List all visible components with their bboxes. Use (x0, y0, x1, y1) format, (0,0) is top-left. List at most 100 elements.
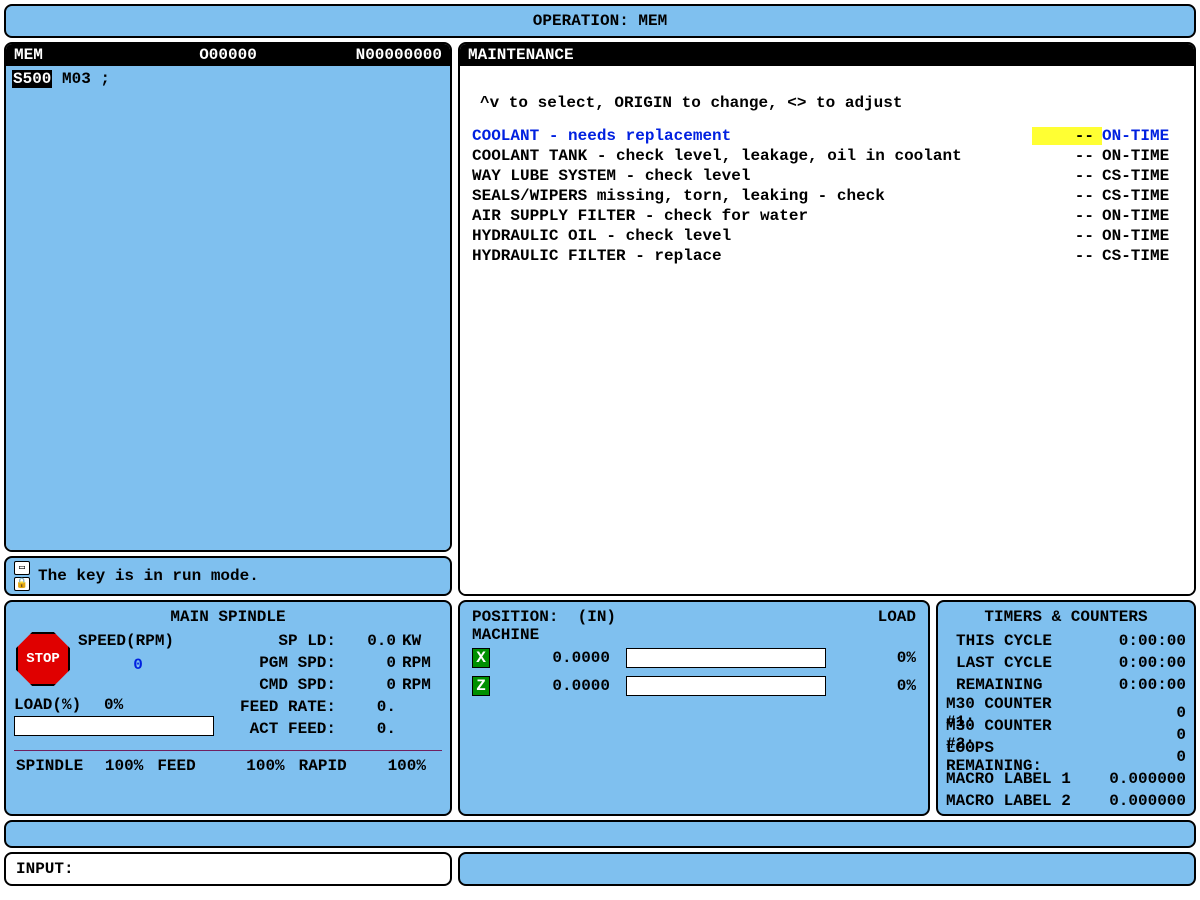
position-panel: POSITION: (IN) LOAD MACHINE X0.00000%Z0.… (458, 600, 930, 816)
program-panel: MEM O00000 N00000000 S500 M03 ; (4, 42, 452, 552)
axis-load-bar (626, 648, 826, 668)
maintenance-item[interactable]: AIR SUPPLY FILTER - check for water--ON-… (472, 206, 1182, 226)
program-token-rest: M03 ; (52, 70, 110, 88)
axis-load-pct: 0% (834, 677, 916, 695)
spindle-row: PGM SPD:0RPM (222, 652, 442, 674)
maintenance-item[interactable]: HYDRAULIC FILTER - replace--CS-TIME (472, 246, 1182, 266)
timer-value: 0 (1086, 726, 1186, 744)
input-label: INPUT: (16, 860, 74, 878)
axis-load-bar (626, 676, 826, 696)
spindle-row: ACT FEED:0. (222, 718, 442, 740)
override-spindle-label: SPINDLE (16, 757, 83, 775)
override-feed-value: 100% (206, 757, 299, 775)
maintenance-desc: HYDRAULIC OIL - check level (472, 227, 1032, 245)
position-units: (IN) (578, 608, 616, 626)
spindle-row-unit: RPM (402, 676, 442, 694)
message-text: The key is in run mode. (38, 567, 259, 585)
program-token-highlight: S500 (12, 70, 52, 88)
maintenance-value: -- (1032, 127, 1102, 145)
axis-value: 0.0000 (498, 677, 618, 695)
maintenance-time: ON-TIME (1102, 207, 1182, 225)
mode-icons: ▭ 🔒 (12, 561, 32, 591)
maintenance-item[interactable]: COOLANT - needs replacement--ON-TIME (472, 126, 1182, 146)
maintenance-time: ON-TIME (1102, 147, 1182, 165)
spindle-row-label: PGM SPD: (222, 654, 342, 672)
maintenance-list[interactable]: COOLANT - needs replacement--ON-TIMECOOL… (472, 126, 1182, 266)
spindle-row-label: ACT FEED: (222, 720, 342, 738)
spindle-row-label: FEED RATE: (222, 698, 342, 716)
timer-label: MACRO LABEL 2 (946, 792, 1086, 810)
override-rapid-label: RAPID (299, 757, 347, 775)
axis-load-pct: 0% (834, 649, 916, 667)
timer-label: THIS CYCLE (946, 632, 1086, 650)
setup-icon: ▭ (14, 561, 30, 575)
axis-value: 0.0000 (498, 649, 618, 667)
position-title: POSITION: (472, 608, 558, 626)
axis-row: X 0.0000 0% (472, 644, 916, 672)
program-line: S500 M03 ; (12, 70, 444, 88)
program-nnumber: N00000000 (299, 46, 442, 64)
maintenance-item[interactable]: HYDRAULIC OIL - check level--ON-TIME (472, 226, 1182, 246)
maintenance-desc: COOLANT - needs replacement (472, 127, 1032, 145)
axis-row: Z 0.0000 0% (472, 672, 916, 700)
timers-title: TIMERS & COUNTERS (946, 606, 1186, 630)
maintenance-instructions: ^v to select, ORIGIN to change, <> to ad… (472, 86, 1182, 126)
spindle-row-value: 0. (342, 698, 402, 716)
spindle-row: FEED RATE:0. (222, 696, 442, 718)
timer-value: 0:00:00 (1086, 632, 1186, 650)
spindle-title: MAIN SPINDLE (14, 606, 442, 630)
maintenance-desc: SEALS/WIPERS missing, torn, leaking - ch… (472, 187, 1032, 205)
timer-value: 0:00:00 (1086, 654, 1186, 672)
timer-row: MACRO LABEL 20.000000 (946, 790, 1186, 812)
maintenance-item[interactable]: WAY LUBE SYSTEM - check level--CS-TIME (472, 166, 1182, 186)
timer-label: LAST CYCLE (946, 654, 1086, 672)
maintenance-desc: COOLANT TANK - check level, leakage, oil… (472, 147, 1032, 165)
input-panel[interactable]: INPUT: (4, 852, 452, 886)
maintenance-value: -- (1032, 207, 1102, 225)
maintenance-value: -- (1032, 227, 1102, 245)
maintenance-title: MAINTENANCE (460, 44, 1194, 66)
maintenance-time: ON-TIME (1102, 127, 1182, 145)
spindle-row-value: 0 (342, 654, 402, 672)
spindle-row-label: CMD SPD: (222, 676, 342, 694)
maintenance-time: CS-TIME (1102, 187, 1182, 205)
timer-value: 0 (1086, 748, 1186, 766)
timer-label: MACRO LABEL 1 (946, 770, 1086, 788)
lock-icon: 🔒 (14, 577, 30, 591)
spindle-row-value: 0 (342, 676, 402, 694)
maintenance-item[interactable]: SEALS/WIPERS missing, torn, leaking - ch… (472, 186, 1182, 206)
timer-row: LOOPS REMAINING:0 (946, 746, 1186, 768)
override-spindle-value: 100% (93, 757, 157, 775)
maintenance-time: CS-TIME (1102, 247, 1182, 265)
timer-row: MACRO LABEL 10.000000 (946, 768, 1186, 790)
spindle-row-value: 0.0 (342, 632, 402, 650)
program-onumber: O00000 (157, 46, 300, 64)
axis-label: X (472, 648, 490, 668)
message-panel: ▭ 🔒 The key is in run mode. (4, 556, 452, 596)
maintenance-desc: HYDRAULIC FILTER - replace (472, 247, 1032, 265)
maintenance-value: -- (1032, 147, 1102, 165)
axis-label: Z (472, 676, 490, 696)
timer-label: REMAINING (946, 676, 1086, 694)
timer-value: 0 (1086, 704, 1186, 722)
spindle-load-label: LOAD(%) (14, 696, 104, 714)
program-header: MEM O00000 N00000000 (6, 44, 450, 66)
program-mode: MEM (14, 46, 157, 64)
timer-value: 0.000000 (1086, 770, 1186, 788)
maintenance-time: ON-TIME (1102, 227, 1182, 245)
spindle-row-unit: RPM (402, 654, 442, 672)
timer-row: REMAINING0:00:00 (946, 674, 1186, 696)
position-subtitle: MACHINE (472, 626, 916, 644)
spindle-panel: MAIN SPINDLE STOP SPEED(RPM) 0 LOAD(%) 0… (4, 600, 452, 816)
program-body[interactable]: S500 M03 ; (6, 66, 450, 550)
input-status (458, 852, 1196, 886)
override-row: SPINDLE100% FEED100% RAPID100% (14, 751, 442, 777)
maintenance-desc: WAY LUBE SYSTEM - check level (472, 167, 1032, 185)
maintenance-value: -- (1032, 167, 1102, 185)
spindle-row-unit: KW (402, 632, 442, 650)
spindle-row-label: SP LD: (222, 632, 342, 650)
timer-value: 0.000000 (1086, 792, 1186, 810)
maintenance-value: -- (1032, 187, 1102, 205)
status-bar (4, 820, 1196, 848)
maintenance-item[interactable]: COOLANT TANK - check level, leakage, oil… (472, 146, 1182, 166)
